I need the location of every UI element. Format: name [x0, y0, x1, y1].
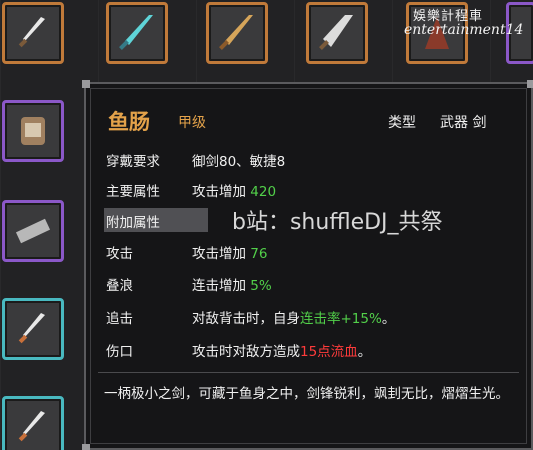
brick-icon	[15, 218, 51, 244]
stack-label: 叠浪	[106, 278, 133, 294]
extra-attr-label: 附加属性	[106, 215, 160, 231]
main-attr-value: 攻击增加 420	[192, 180, 276, 200]
small-sword-icon	[18, 411, 45, 442]
item-tooltip: 鱼肠 甲级 类型 武器 剑 穿戴要求 御剑80、敏捷8 主要属性 攻击增加 42…	[82, 80, 533, 450]
attack-label: 攻击	[106, 246, 133, 262]
wound-bleed: 15点流血	[300, 344, 358, 360]
tooltip-corner	[82, 444, 90, 450]
inventory-slot-armor[interactable]	[2, 100, 64, 162]
attack-prefix: 攻击增加	[192, 246, 246, 262]
broad-sword-icon	[319, 15, 353, 50]
main-attr-prefix: 攻击增加	[192, 184, 246, 200]
armor-icon	[21, 117, 45, 145]
chase-label: 追击	[106, 311, 133, 327]
item-type-value: 武器 剑	[440, 115, 487, 131]
wound-value: 攻击时对敌方造成15点流血。	[192, 340, 371, 360]
chase-value: 对敌背击时，自身连击率+15%。	[192, 307, 395, 327]
main-attr-label: 主要属性	[106, 184, 160, 200]
wound-suffix: 。	[357, 344, 372, 360]
item-type-label: 类型	[388, 115, 416, 131]
item-grade: 甲级	[178, 115, 206, 131]
attack-value: 攻击增加 76	[192, 242, 267, 262]
inventory-slot-gold-sword[interactable]	[206, 2, 268, 64]
chase-prefix: 对敌背击时，自身	[192, 311, 300, 327]
inventory-slot-jade-sword[interactable]	[106, 2, 168, 64]
attack-number: 76	[250, 246, 268, 262]
requirement-value: 御剑80、敏捷8	[192, 154, 286, 170]
inventory-slot-small-sword-2[interactable]	[2, 396, 64, 450]
wound-prefix: 攻击时对敌方造成	[192, 344, 300, 360]
inventory-slot-dagger[interactable]	[2, 2, 64, 64]
stack-number: 5%	[250, 278, 272, 294]
chase-suffix: 。	[381, 311, 396, 327]
watermark-subtitle: entertainment14	[404, 22, 524, 38]
requirement-label: 穿戴要求	[106, 154, 160, 170]
tooltip-corner	[527, 80, 533, 88]
item-description: 一柄极小之剑，可藏于鱼身之中，剑锋锐利，飒刲无比，熠熠生光。	[104, 386, 509, 402]
chase-bonus: 连击率+15%	[300, 311, 382, 327]
dagger-icon	[18, 17, 45, 48]
stack-prefix: 连击增加	[192, 278, 246, 294]
wound-label: 伤口	[106, 344, 133, 360]
tooltip-divider	[98, 372, 519, 373]
inventory-slot-small-sword[interactable]	[2, 298, 64, 360]
item-name: 鱼肠	[108, 110, 150, 134]
stack-value: 连击增加 5%	[192, 274, 272, 294]
main-attr-number: 420	[250, 184, 277, 200]
jade-sword-icon	[119, 15, 153, 50]
bilibili-watermark: b站：shuffleDJ_共祭	[232, 210, 443, 235]
small-sword-icon	[18, 313, 45, 344]
tooltip-corner	[82, 80, 90, 88]
inventory-slot-brick[interactable]	[2, 200, 64, 262]
gold-sword-icon	[219, 15, 253, 50]
inventory-slot-broad-sword[interactable]	[306, 2, 368, 64]
